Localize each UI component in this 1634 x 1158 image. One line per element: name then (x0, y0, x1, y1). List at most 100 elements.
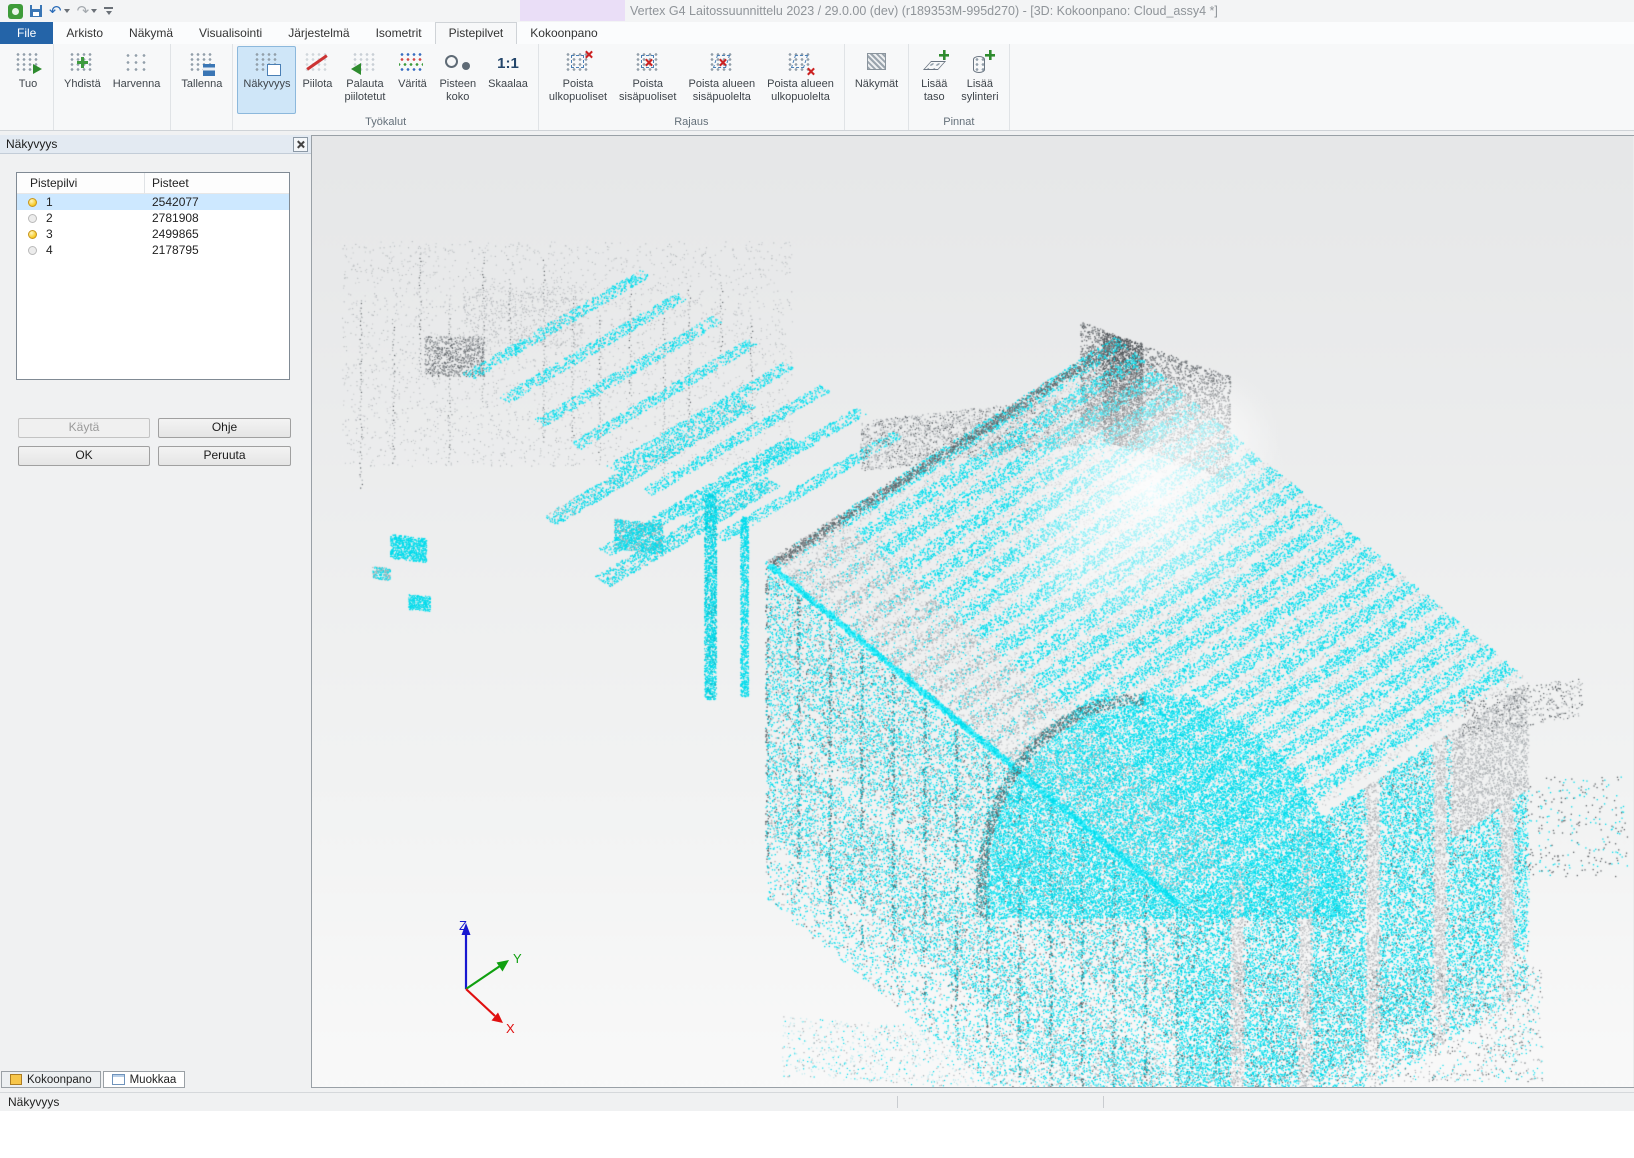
redo-icon: ↷ (77, 4, 90, 19)
customize-toolbar-button[interactable] (104, 7, 113, 15)
pointcloud-restore-icon (350, 50, 380, 76)
ribbon-button-palauta-piilotetut[interactable]: Palauta piilotetut (338, 46, 391, 114)
chevron-down-icon (106, 11, 112, 15)
orientation-triad: Z Y X (422, 916, 562, 1056)
cancel-button[interactable]: Peruuta (158, 446, 291, 466)
help-button[interactable]: Ohje (158, 418, 291, 438)
group-label-tyokalut: Työkalut (233, 116, 538, 128)
ribbon-button-poista-sisapuoliset[interactable]: Poista sisäpuoliset (613, 46, 682, 114)
visibility-panel: Näkyvyys Pistepilvi Pisteet 1 2542077 2 … (0, 135, 311, 1088)
pointcloud-visibility-icon (252, 50, 282, 76)
ribbon-button-varita[interactable]: Väritä (391, 46, 433, 114)
ribbon-button-skaalaa[interactable]: 1:1 Skaalaa (482, 46, 534, 114)
column-header-pisteet[interactable]: Pisteet (145, 173, 189, 193)
ribbon-button-poista-ulkopuoliset[interactable]: Poista ulkopuoliset (543, 46, 613, 114)
panel-tab-bar: Kokoonpano Muokkaa (1, 1071, 185, 1088)
ribbon-button-lisaa-taso[interactable]: Lisää taso (913, 46, 955, 114)
pointcloud-merge-icon (67, 50, 97, 76)
pointcloud-hide-icon (302, 50, 332, 76)
visibility-bulb-off-icon[interactable] (28, 246, 37, 255)
ribbon-button-nakymat[interactable]: Näkymät (849, 46, 904, 114)
ribbon-button-yhdista[interactable]: Yhdistä (58, 46, 107, 114)
redo-button[interactable]: ↷ (77, 4, 98, 19)
y-axis-label: Y (513, 951, 522, 966)
visibility-bulb-on-icon[interactable] (28, 198, 37, 207)
add-plane-icon (919, 50, 949, 76)
panel-tab-muokkaa[interactable]: Muokkaa (103, 1071, 186, 1088)
tab-pistepilvet[interactable]: Pistepilvet (435, 22, 518, 44)
save-icon[interactable] (30, 5, 42, 17)
ribbon-group-import: Tuo (3, 44, 54, 130)
edit-sheet-icon (112, 1074, 125, 1085)
apply-button: Käytä (18, 418, 150, 438)
crop-area-inside-icon (707, 50, 737, 76)
pointcloud-row-3[interactable]: 3 2499865 (17, 226, 289, 242)
quick-access-toolbar: ↶ ↷ (8, 2, 113, 20)
vertex-logo-icon[interactable] (8, 4, 23, 19)
tab-arkisto[interactable]: Arkisto (53, 22, 116, 44)
tab-isometrit[interactable]: Isometrit (363, 22, 435, 44)
ribbon-button-harvenna[interactable]: Harvenna (107, 46, 167, 114)
group-label-rajaus: Rajaus (539, 116, 844, 128)
ribbon-button-poista-alueen-sisapuolelta[interactable]: Poista alueen sisäpuolelta (682, 46, 761, 114)
red-x-icon (644, 58, 653, 67)
tab-visualisointi[interactable]: Visualisointi (186, 22, 275, 44)
window-title: Vertex G4 Laitossuunnittelu 2023 / 29.0.… (630, 4, 1218, 18)
ribbon-button-nakyvyys[interactable]: Näkyvyys (237, 46, 296, 114)
statusbar-separator (1103, 1096, 1104, 1108)
statusbar-separator (897, 1096, 898, 1108)
visibility-bulb-off-icon[interactable] (28, 214, 37, 223)
pointcloud-row-4[interactable]: 4 2178795 (17, 242, 289, 258)
column-header-pistepilvi[interactable]: Pistepilvi (17, 173, 145, 193)
panel-title: Näkyvyys (6, 137, 57, 151)
ribbon-button-lisaa-sylinteri[interactable]: Lisää sylinteri (955, 46, 1004, 114)
workspace: Näkyvyys Pistepilvi Pisteet 1 2542077 2 … (0, 131, 1634, 1092)
statusbar: Näkyvyys (0, 1092, 1634, 1111)
ribbon: Tuo Yhdistä Harvenna Tallenna Näkyvyys (0, 44, 1634, 131)
panel-header: Näkyvyys (0, 135, 311, 154)
tab-file[interactable]: File (0, 22, 53, 44)
chevron-down-icon[interactable] (64, 9, 70, 13)
ribbon-group-tyokalut: Näkyvyys Piilota Palauta piilotetut Väri… (233, 44, 539, 130)
bar-icon (104, 7, 113, 9)
pointcloud-row-2[interactable]: 2 2781908 (17, 210, 289, 226)
views-icon (862, 50, 892, 76)
list-header: Pistepilvi Pisteet (17, 173, 289, 194)
visibility-bulb-on-icon[interactable] (28, 230, 37, 239)
contextual-tab-group-highlight (520, 0, 625, 21)
tab-nakyma[interactable]: Näkymä (116, 22, 186, 44)
add-cylinder-icon (965, 50, 995, 76)
group-label-pinnat: Pinnat (909, 116, 1008, 128)
close-button[interactable] (293, 137, 308, 152)
ribbon-button-tallenna[interactable]: Tallenna (175, 46, 228, 114)
pointcloud-list[interactable]: Pistepilvi Pisteet 1 2542077 2 2781908 3… (16, 172, 290, 380)
tab-kokoonpano[interactable]: Kokoonpano (517, 22, 610, 44)
application-window: ↶ ↷ Vertex G4 Laitossuunnittelu 2023 / 2… (0, 0, 1634, 1158)
undo-button[interactable]: ↶ (49, 4, 70, 19)
ribbon-button-tuo[interactable]: Tuo (7, 46, 49, 114)
crop-inside-icon (633, 50, 663, 76)
titlebar: ↶ ↷ Vertex G4 Laitossuunnittelu 2023 / 2… (0, 0, 1634, 22)
tab-jarjestelma[interactable]: Järjestelmä (275, 22, 362, 44)
x-axis-label: X (506, 1021, 515, 1036)
ribbon-button-piilota[interactable]: Piilota (296, 46, 338, 114)
ribbon-group-save: Tallenna (171, 44, 233, 130)
ribbon-button-poista-alueen-ulkopuolelta[interactable]: Poista alueen ulkopuolelta (761, 46, 840, 114)
ribbon-button-pisteen-koko[interactable]: Pisteen koko (433, 46, 482, 114)
pointcloud-row-1[interactable]: 1 2542077 (17, 194, 289, 210)
undo-icon: ↶ (49, 4, 62, 19)
3d-viewport: Z Y X (311, 135, 1634, 1088)
y-axis-arrow-icon (497, 960, 510, 972)
pointcloud-import-icon (13, 50, 43, 76)
ok-button[interactable]: OK (18, 446, 150, 466)
pointcloud-colorize-icon (397, 50, 427, 76)
red-x-icon (806, 67, 815, 76)
y-axis (466, 966, 500, 989)
chevron-down-icon[interactable] (91, 9, 97, 13)
point-size-icon (443, 50, 473, 76)
crop-area-outside-icon (785, 50, 815, 76)
pointcloud-thin-icon (122, 50, 152, 76)
ribbon-tab-row: File Arkisto Näkymä Visualisointi Järjes… (0, 22, 1634, 44)
red-x-icon (584, 50, 593, 59)
panel-tab-kokoonpano[interactable]: Kokoonpano (1, 1071, 101, 1088)
